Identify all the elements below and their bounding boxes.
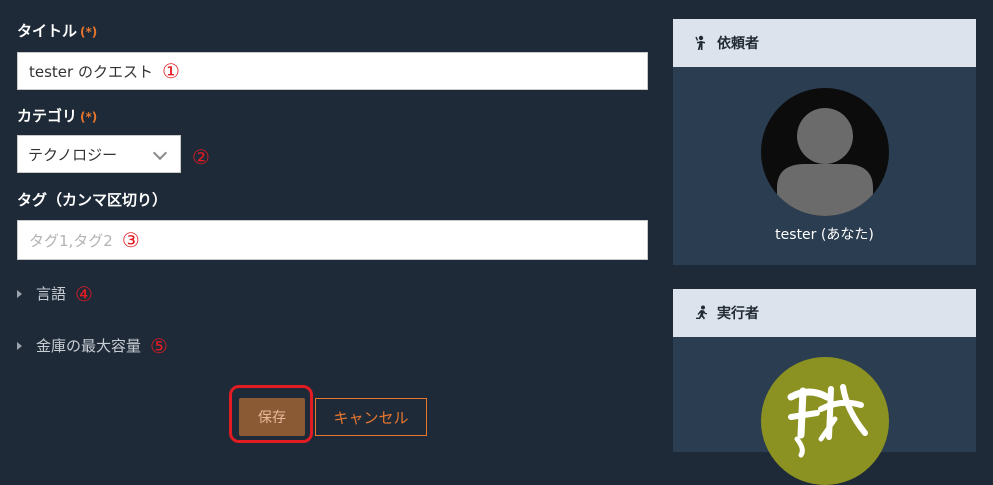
user-placeholder-icon [777, 108, 873, 216]
requester-card-header: 依頼者 [673, 19, 976, 67]
marker-1: ① [161, 59, 180, 83]
requester-card: 依頼者 tester (あなた) [673, 19, 976, 265]
marker-2: ② [192, 145, 210, 169]
caret-right-icon [17, 341, 22, 350]
marker-5: ⑤ [150, 333, 168, 358]
title-label-text: タイトル [17, 22, 78, 40]
cancel-button[interactable]: キャンセル [315, 398, 427, 436]
avatar [761, 88, 889, 216]
tags-input[interactable]: タグ1,タグ2 ③ [17, 220, 648, 260]
max-capacity-label: 金庫の最大容量 [36, 337, 142, 355]
required-mark: (*) [80, 110, 98, 124]
category-select[interactable]: テクノロジー [17, 135, 181, 173]
title-input-value: tester のクエスト [29, 62, 153, 81]
executor-avatar [761, 357, 889, 485]
title-label: タイトル (*) [17, 20, 97, 41]
executor-card-title: 実行者 [717, 306, 759, 322]
title-input[interactable]: tester のクエスト ① [17, 52, 648, 90]
category-select-value: テクノロジー [28, 145, 118, 164]
marker-4: ④ [75, 281, 93, 306]
language-label: 言語 [36, 285, 67, 303]
runner-icon [696, 305, 707, 320]
caret-right-icon [17, 289, 22, 298]
language-expander[interactable]: 言語 ④ [17, 283, 93, 304]
requester-icon [695, 35, 705, 50]
category-label: カテゴリ (*) [17, 105, 97, 126]
tags-label: タグ（カンマ区切り） [17, 191, 168, 209]
marker-3: ③ [121, 228, 140, 252]
max-capacity-expander[interactable]: 金庫の最大容量 ⑤ [17, 335, 168, 356]
chevron-down-icon [152, 145, 168, 161]
executor-card: 実行者 [673, 289, 976, 485]
tags-input-placeholder: タグ1,タグ2 [29, 231, 113, 250]
calligraphy-avatar-image [787, 384, 868, 458]
executor-card-header: 実行者 [673, 289, 976, 337]
requester-name: tester (あなた) [775, 227, 874, 243]
requester-card-title: 依頼者 [717, 36, 759, 52]
save-button[interactable]: 保存 [239, 398, 305, 436]
category-label-text: カテゴリ [17, 107, 78, 125]
required-mark: (*) [80, 25, 98, 39]
